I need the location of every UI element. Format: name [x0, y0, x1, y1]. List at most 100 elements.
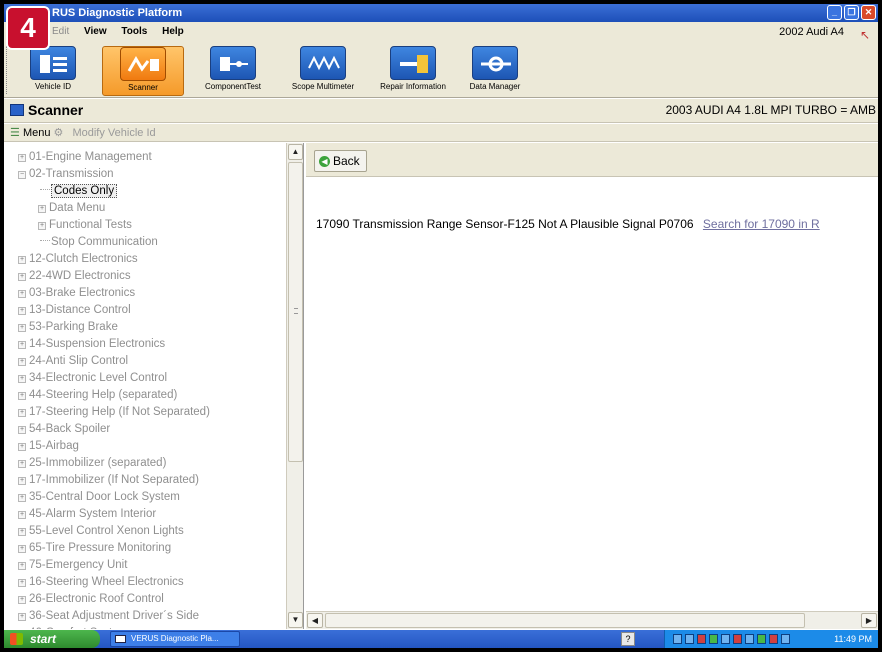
restore-button[interactable]: ❐ — [844, 5, 859, 20]
scroll-right-arrow-icon[interactable]: ▶ — [861, 613, 877, 628]
data-manager-button[interactable]: Data Manager — [454, 46, 536, 96]
scroll-down-arrow-icon[interactable]: ▼ — [288, 612, 303, 628]
tray-icon-printer[interactable] — [769, 634, 778, 644]
tree-item-label: 02-Transmission — [29, 168, 114, 180]
tree-item[interactable]: + Data Menu — [18, 200, 282, 217]
expand-node-icon[interactable]: + — [18, 528, 26, 536]
expand-node-icon[interactable]: + — [18, 613, 26, 621]
tray-icon-display[interactable] — [781, 634, 790, 644]
menu-edit[interactable]: Edit — [52, 26, 69, 37]
help-tray-icon[interactable]: ? — [621, 632, 635, 646]
expand-node-icon[interactable]: + — [18, 358, 26, 366]
taskbar-app-label: VERUS Diagnostic Pla... — [131, 634, 219, 643]
tree-item[interactable]: +36-Seat Adjustment Driver´s Side — [18, 608, 282, 625]
tree-item[interactable]: Codes Only — [18, 183, 282, 200]
tray-icon-security[interactable] — [733, 634, 742, 644]
tree-item[interactable]: +17-Steering Help (If Not Separated) — [18, 404, 282, 421]
tree-item[interactable]: +22-4WD Electronics — [18, 268, 282, 285]
windows-flag-icon — [10, 633, 23, 645]
expand-node-icon[interactable]: + — [18, 545, 26, 553]
tree-item[interactable]: +24-Anti Slip Control — [18, 353, 282, 370]
expand-node-icon[interactable]: + — [38, 222, 46, 230]
tray-icon-network-2[interactable] — [685, 634, 694, 644]
expand-node-icon[interactable]: + — [38, 205, 46, 213]
tree-item[interactable]: +75-Emergency Unit — [18, 557, 282, 574]
tree-item[interactable]: +15-Airbag — [18, 438, 282, 455]
expand-node-icon[interactable]: + — [18, 443, 26, 451]
toolbar-grip[interactable] — [6, 46, 8, 94]
close-button[interactable]: ✕ — [861, 5, 876, 20]
expand-node-icon[interactable]: + — [18, 596, 26, 604]
taskbar-app-verus[interactable]: VERUS Diagnostic Pla... — [110, 631, 240, 647]
tree-item[interactable]: +25-Immobilizer (separated) — [18, 455, 282, 472]
scroll-left-arrow-icon[interactable]: ◀ — [307, 613, 323, 628]
menu-view[interactable]: View — [84, 26, 107, 37]
tree-vertical-scrollbar[interactable]: ▲ ▼ — [286, 143, 303, 629]
tree-item-label: 22-4WD Electronics — [29, 270, 131, 282]
tree-item[interactable]: +14-Suspension Electronics — [18, 336, 282, 353]
tree-item[interactable]: + Functional Tests — [18, 217, 282, 234]
step-number-badge: 4 — [8, 8, 48, 48]
start-button[interactable]: start — [4, 630, 100, 648]
tray-icon-monitor[interactable] — [697, 634, 706, 644]
expand-node-icon[interactable]: + — [18, 375, 26, 383]
repair-information-button[interactable]: Repair Information — [372, 46, 454, 96]
expand-node-icon[interactable]: + — [18, 341, 26, 349]
tree-item[interactable]: +53-Parking Brake — [18, 319, 282, 336]
expand-node-icon[interactable]: + — [18, 324, 26, 332]
tray-icon-app-2[interactable] — [721, 634, 730, 644]
scroll-up-arrow-icon[interactable]: ▲ — [288, 144, 303, 160]
tree-item[interactable]: Stop Communication — [18, 234, 282, 251]
back-button[interactable]: ◀ Back — [314, 150, 367, 172]
vehicle-id-button[interactable]: Vehicle ID — [12, 46, 94, 96]
tree-item-label: Data Menu — [49, 202, 106, 214]
tray-icon-volume[interactable] — [745, 634, 754, 644]
expand-node-icon[interactable]: + — [18, 273, 26, 281]
tree-item[interactable]: +13-Distance Control — [18, 302, 282, 319]
expand-node-icon[interactable]: + — [18, 477, 26, 485]
tray-icon-network[interactable] — [673, 634, 682, 644]
expand-node-icon[interactable]: + — [18, 307, 26, 315]
tree-item[interactable]: +45-Alarm System Interior — [18, 506, 282, 523]
expand-node-icon[interactable]: + — [18, 154, 26, 162]
tree-item[interactable]: +34-Electronic Level Control — [18, 370, 282, 387]
tree-item[interactable]: +55-Level Control Xenon Lights — [18, 523, 282, 540]
expand-node-icon[interactable]: + — [18, 426, 26, 434]
tree-item[interactable]: +46-Comfort Systems — [18, 625, 282, 629]
minimize-button[interactable]: _ — [827, 5, 842, 20]
tray-icon-app[interactable] — [709, 634, 718, 644]
tree-item[interactable]: +03-Brake Electronics — [18, 285, 282, 302]
search-code-link[interactable]: Search for 17090 in R — [703, 217, 820, 231]
collapse-node-icon[interactable]: − — [18, 171, 26, 179]
tree-item[interactable]: +26-Electronic Roof Control — [18, 591, 282, 608]
tree-item[interactable]: +16-Steering Wheel Electronics — [18, 574, 282, 591]
tree-item[interactable]: −02-Transmission — [18, 166, 282, 183]
expand-node-icon[interactable]: + — [18, 290, 26, 298]
tree-item[interactable]: +01-Engine Management — [18, 149, 282, 166]
component-test-button[interactable]: ComponentTest — [192, 46, 274, 96]
expand-node-icon[interactable]: + — [18, 494, 26, 502]
expand-node-icon[interactable]: + — [18, 409, 26, 417]
expand-node-icon[interactable]: + — [18, 460, 26, 468]
expand-node-icon[interactable]: + — [18, 392, 26, 400]
expand-node-icon[interactable]: + — [18, 562, 26, 570]
scrollbar-thumb[interactable] — [288, 162, 303, 462]
menu-help[interactable]: Help — [162, 26, 184, 37]
tree-item[interactable]: +17-Immobilizer (If Not Separated) — [18, 472, 282, 489]
modify-vehicle-id-button[interactable]: Modify Vehicle Id — [72, 127, 155, 139]
menu-tools[interactable]: Tools — [121, 26, 147, 37]
results-horizontal-scrollbar[interactable]: ◀ ▶ — [306, 611, 878, 629]
tree-item[interactable]: +54-Back Spoiler — [18, 421, 282, 438]
tree-item[interactable]: +35-Central Door Lock System — [18, 489, 282, 506]
tray-icon-sync[interactable] — [757, 634, 766, 644]
menu-button[interactable]: Menu — [23, 127, 51, 139]
expand-node-icon[interactable]: + — [18, 579, 26, 587]
scope-multimeter-button[interactable]: Scope Multimeter — [282, 46, 364, 96]
expand-node-icon[interactable]: + — [18, 256, 26, 264]
tree-item[interactable]: +12-Clutch Electronics — [18, 251, 282, 268]
horizontal-scrollbar-thumb[interactable] — [325, 613, 805, 628]
tree-item[interactable]: +65-Tire Pressure Monitoring — [18, 540, 282, 557]
expand-node-icon[interactable]: + — [18, 511, 26, 519]
tree-item[interactable]: +44-Steering Help (separated) — [18, 387, 282, 404]
scanner-button[interactable]: Scanner — [102, 46, 184, 96]
